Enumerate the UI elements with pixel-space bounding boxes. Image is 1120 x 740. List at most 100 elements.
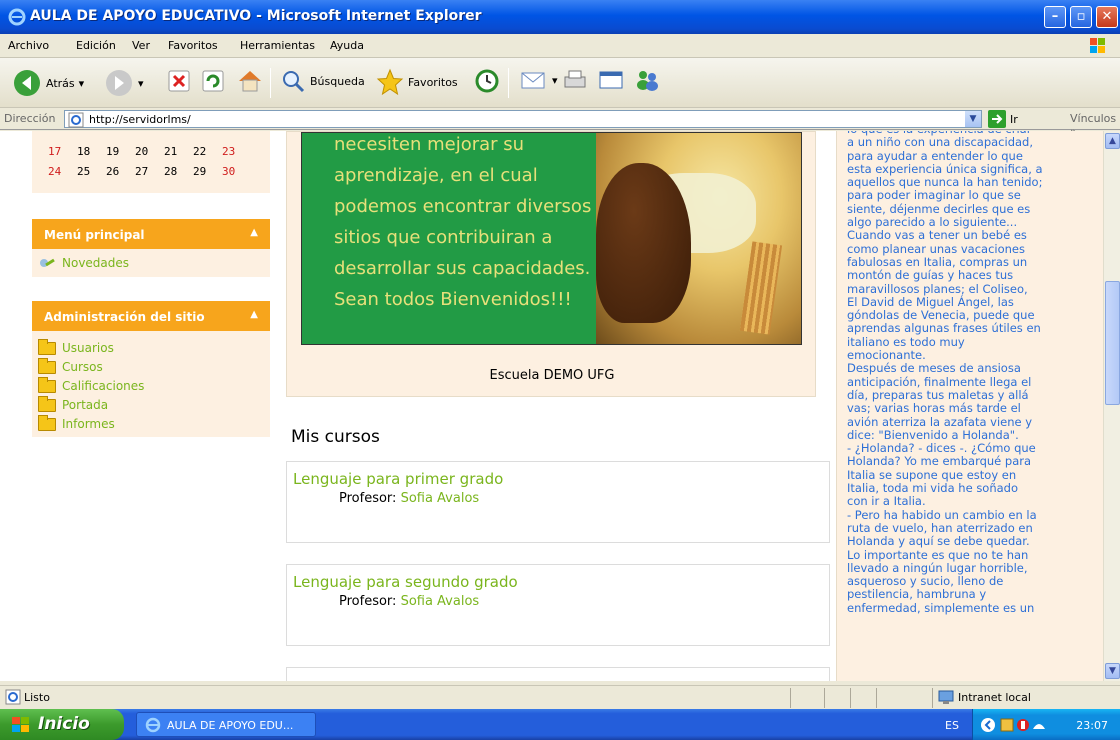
admin-title: Administración del sitio <box>44 310 205 324</box>
back-label: Atrás <box>46 76 75 90</box>
admin-item-label: Calificaciones <box>62 379 145 393</box>
folder-icon <box>38 376 56 393</box>
calendar-day[interactable]: 18 <box>77 145 106 158</box>
address-dropdown-icon[interactable]: ▼ <box>965 111 981 127</box>
menu-ayuda[interactable]: Ayuda <box>330 39 364 52</box>
course-link[interactable]: Lenguaje para segundo grado <box>293 573 518 591</box>
calendar-day[interactable]: 20 <box>135 145 164 158</box>
admin-item-informes[interactable]: Informes <box>38 414 115 431</box>
page-content: 17 18 19 20 21 22 23 24 25 26 27 28 29 30 Menú princ… <box>0 131 1103 681</box>
start-button[interactable]: Inicio <box>0 709 124 740</box>
scroll-down-icon[interactable]: ▼ <box>1105 663 1120 679</box>
title-bar: AULA DE APOYO EDUCATIVO - Microsoft Inte… <box>0 0 1120 34</box>
intranet-icon <box>938 690 954 704</box>
messenger-button[interactable] <box>634 68 660 92</box>
forward-button[interactable]: ▾ <box>104 68 144 98</box>
refresh-button[interactable] <box>200 68 226 94</box>
calendar-day[interactable]: 22 <box>193 145 222 158</box>
print-button[interactable] <box>562 68 588 92</box>
course-teacher: Profesor: Sofia Avalos <box>339 491 479 506</box>
taskbar-window-label: AULA DE APOYO EDU... <box>167 719 294 732</box>
back-button[interactable]: Atrás ▾ <box>12 68 84 98</box>
taskbar-window-button[interactable]: AULA DE APOYO EDU... <box>136 712 316 737</box>
search-button[interactable]: Búsqueda <box>280 68 365 94</box>
menu-item-novedades[interactable]: Novedades <box>38 256 129 270</box>
menu-herramientas[interactable]: Herramientas <box>240 39 315 52</box>
edit-button[interactable] <box>598 68 624 92</box>
welcome-banner: necesiten mejorar su aprendizaje, en el … <box>301 132 802 345</box>
windows-logo-icon <box>1090 38 1105 53</box>
search-icon <box>283 71 305 93</box>
story-text: lo que es la experiencia de criar a un n… <box>847 131 1043 615</box>
favorites-button[interactable]: Favoritos <box>376 68 458 96</box>
main-menu-title: Menú principal <box>44 228 145 242</box>
menu-item-label: Novedades <box>62 256 130 270</box>
folder-icon <box>38 395 56 412</box>
stop-button[interactable] <box>166 68 192 94</box>
minimize-button[interactable]: – <box>1044 6 1066 28</box>
home-button[interactable] <box>236 68 264 94</box>
clock: 23:07 <box>1076 719 1108 732</box>
back-arrow-icon <box>14 70 40 96</box>
teacher-link[interactable]: Sofia Avalos <box>401 594 480 609</box>
menu-favoritos[interactable]: Favoritos <box>168 39 218 52</box>
calendar-week-row: 24 25 26 27 28 29 30 <box>48 165 251 178</box>
mail-icon <box>521 72 545 89</box>
tray-icons[interactable] <box>979 716 1049 734</box>
calendar-day[interactable]: 17 <box>48 145 77 158</box>
chevron-down-icon[interactable]: ▾ <box>79 77 85 90</box>
scroll-thumb[interactable] <box>1105 281 1120 405</box>
chevron-down-icon[interactable]: ▾ <box>138 77 144 90</box>
calendar-day[interactable]: 24 <box>48 165 77 178</box>
admin-item-portada[interactable]: Portada <box>38 395 108 412</box>
calendar-day[interactable]: 19 <box>106 145 135 158</box>
course-link[interactable]: Lenguaje para primer grado <box>293 470 503 488</box>
calendar-day[interactable]: 23 <box>222 145 251 158</box>
collapse-icon[interactable]: ▲ <box>250 227 258 238</box>
main-menu-header: Menú principal ▲ <box>32 219 270 249</box>
go-arrow-icon <box>988 110 1006 128</box>
admin-item-calificaciones[interactable]: Calificaciones <box>38 376 145 393</box>
forward-arrow-icon <box>106 70 132 96</box>
menu-archivo[interactable]: Archivo <box>8 39 49 52</box>
chevron-down-icon[interactable]: ▾ <box>552 74 558 87</box>
go-button[interactable]: Ir <box>988 110 1018 128</box>
address-input[interactable]: http://servidorlms/ ▼ <box>64 110 982 128</box>
folder-icon <box>38 338 56 355</box>
menu-edicion[interactable]: Edición <box>76 39 116 52</box>
admin-header: Administración del sitio ▲ <box>32 301 270 331</box>
calendar-day[interactable]: 25 <box>77 165 106 178</box>
admin-item-usuarios[interactable]: Usuarios <box>38 338 114 355</box>
admin-item-label: Usuarios <box>62 341 114 355</box>
mail-button[interactable]: ▾ <box>520 68 558 92</box>
menu-ver[interactable]: Ver <box>132 39 150 52</box>
admin-item-cursos[interactable]: Cursos <box>38 357 103 374</box>
page-icon <box>68 112 84 128</box>
vertical-scrollbar[interactable]: ▲ ▼ <box>1103 131 1120 681</box>
status-text: Listo <box>24 691 50 704</box>
close-button[interactable]: ✕ <box>1096 6 1118 28</box>
page-status-icon <box>5 689 21 705</box>
admin-body: Usuarios Cursos Calificaciones Portada I… <box>32 331 270 437</box>
collapse-icon[interactable]: ▲ <box>250 309 258 320</box>
calendar-day[interactable]: 26 <box>106 165 135 178</box>
calendar-day[interactable]: 21 <box>164 145 193 158</box>
ie-task-icon <box>145 717 161 733</box>
edit-icon <box>599 71 623 89</box>
ie-logo-icon <box>8 8 26 26</box>
calendar-day[interactable]: 27 <box>135 165 164 178</box>
calendar-day[interactable]: 28 <box>164 165 193 178</box>
teacher-label: Profesor: <box>339 491 397 506</box>
course-card <box>286 667 830 681</box>
status-bar: Listo Intranet local <box>0 685 1120 709</box>
links-label: Vínculos <box>1070 112 1117 125</box>
course-card: Lenguaje para primer grado Profesor: Sof… <box>286 461 830 543</box>
calendar-day[interactable]: 29 <box>193 165 222 178</box>
maximize-button[interactable]: ▫ <box>1070 6 1092 28</box>
calendar-day[interactable]: 30 <box>222 165 251 178</box>
teacher-link[interactable]: Sofia Avalos <box>401 491 480 506</box>
scroll-up-icon[interactable]: ▲ <box>1105 133 1120 149</box>
language-indicator[interactable]: ES <box>945 719 959 732</box>
folder-icon <box>38 357 56 374</box>
history-button[interactable] <box>474 68 500 94</box>
